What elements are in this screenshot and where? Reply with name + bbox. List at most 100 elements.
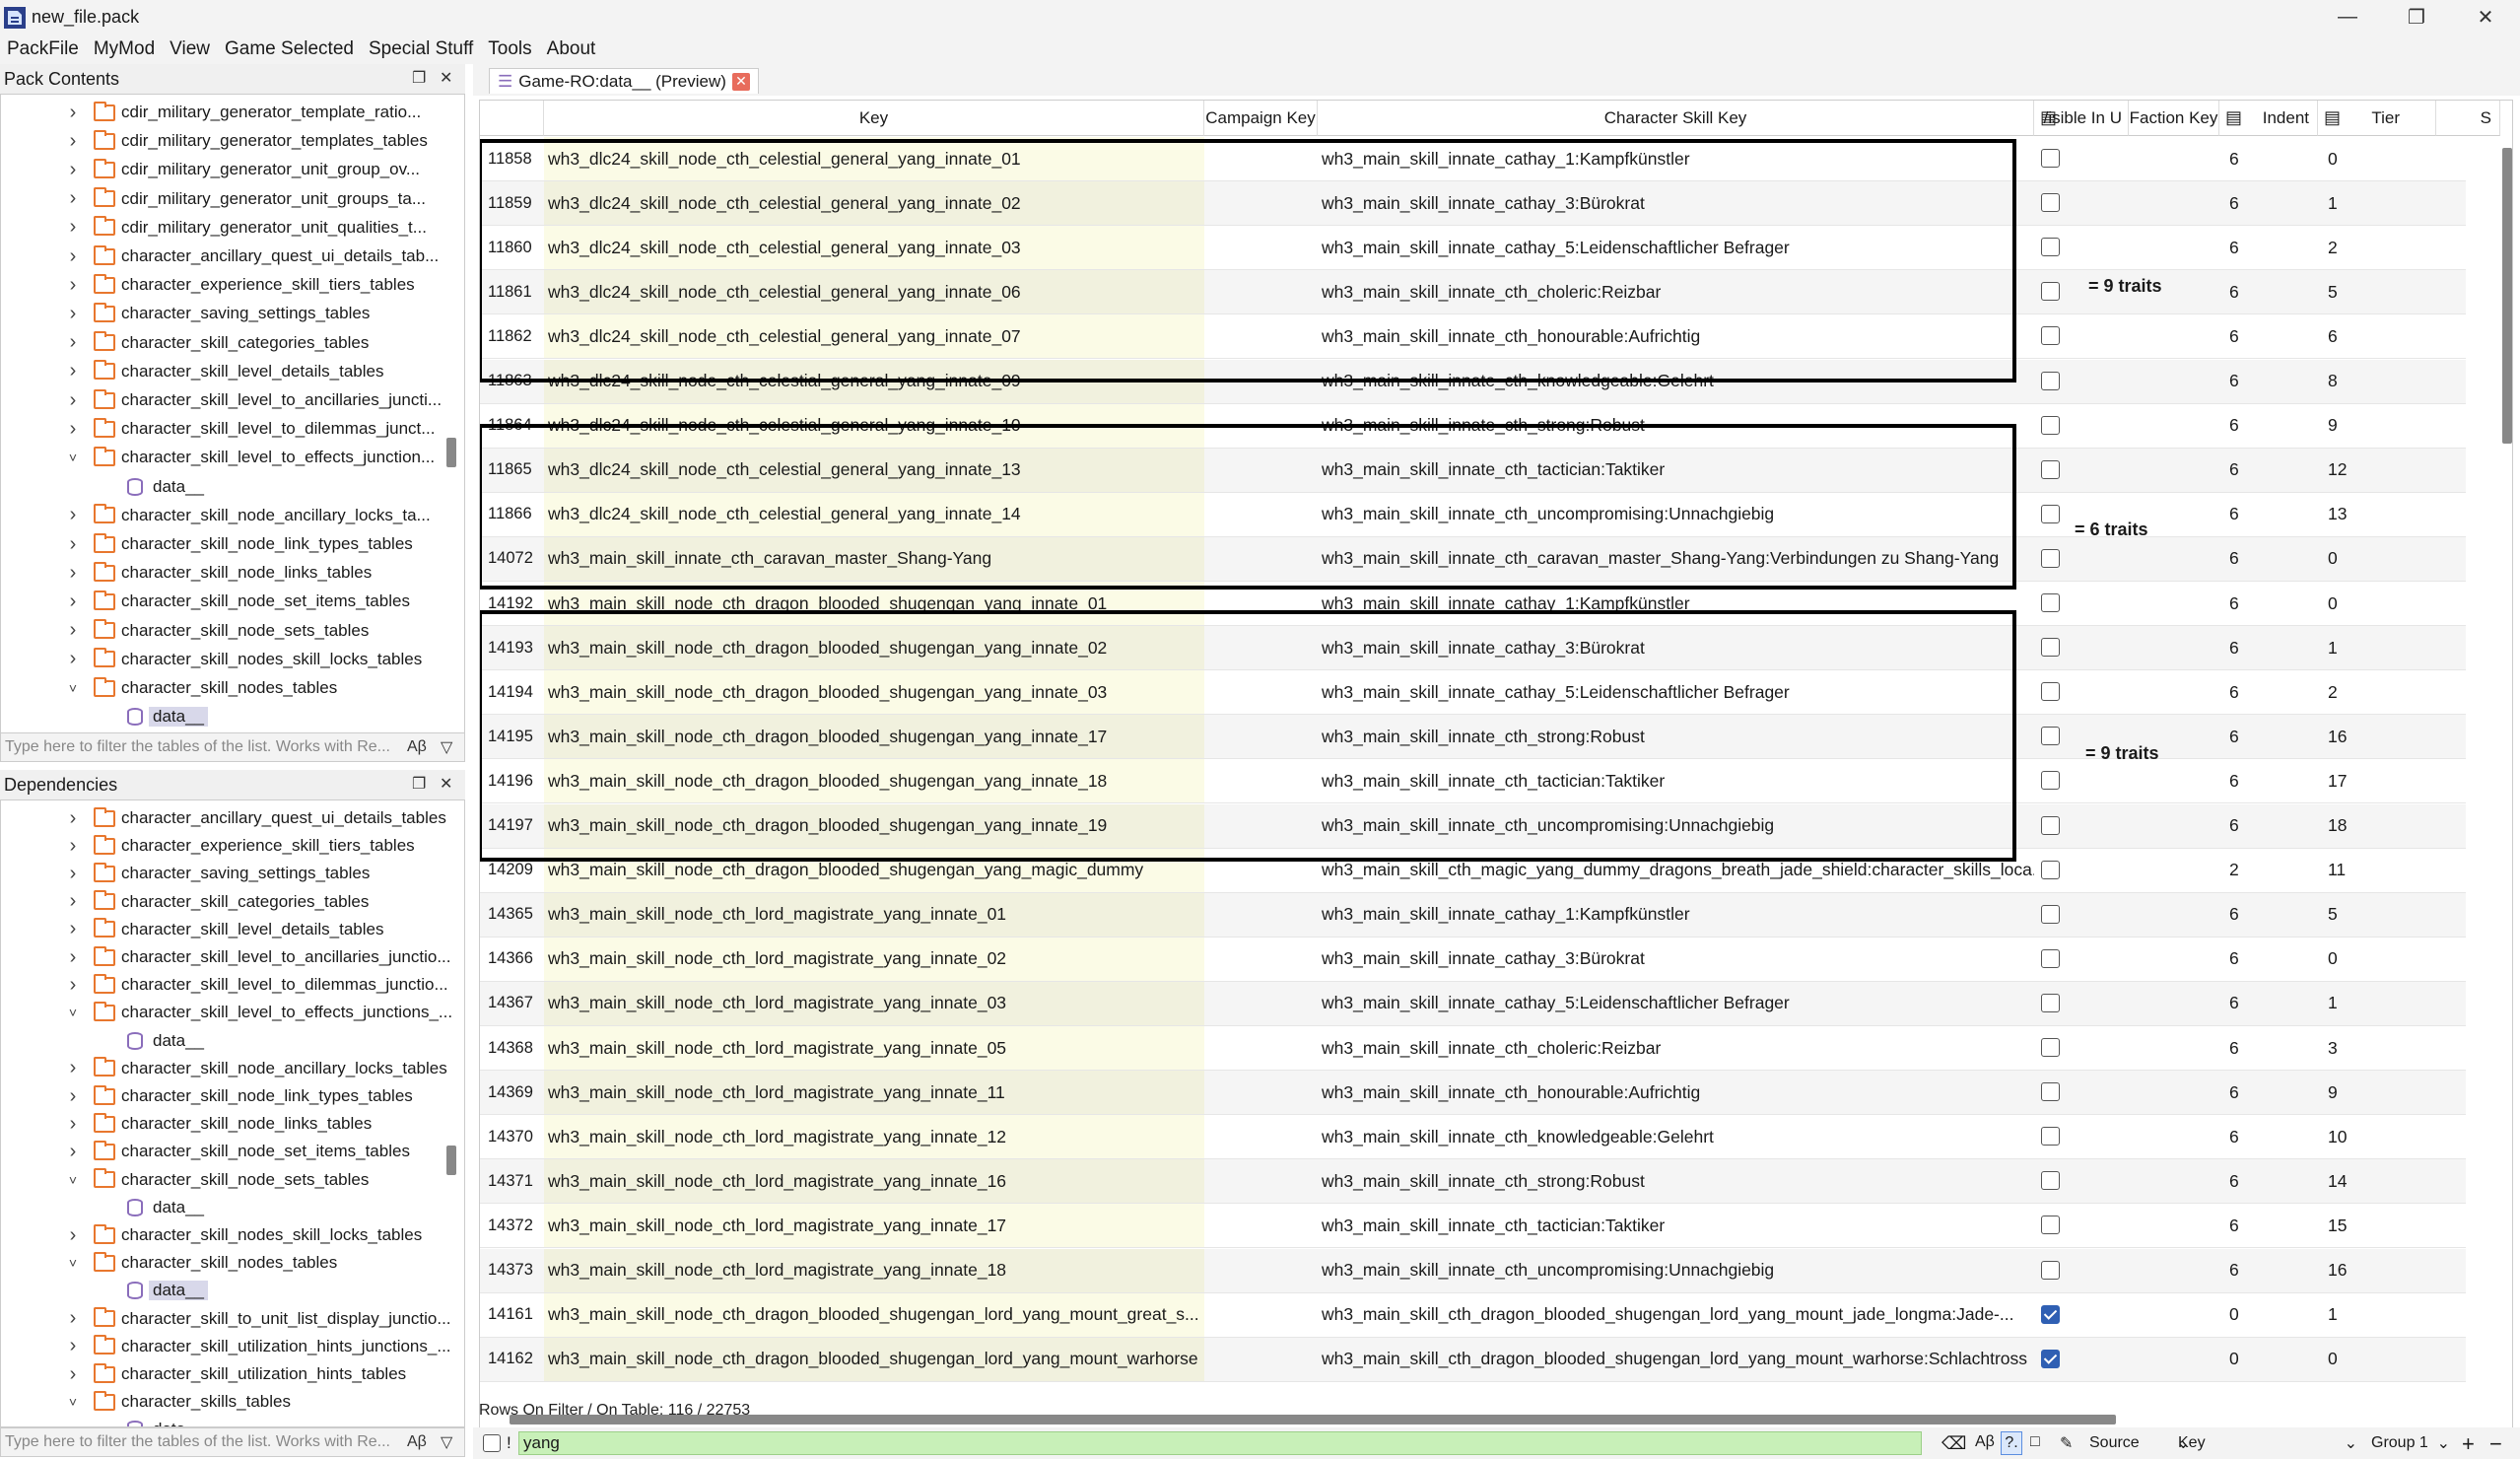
empty-filter-icon[interactable]: □ [2030,1433,2040,1451]
row-number[interactable]: 11864 [480,404,544,449]
tab-data-preview[interactable]: ☰ Game-RO:data__ (Preview) ✕ [489,68,759,94]
chevron-right-icon[interactable]: › [66,1085,80,1108]
cell-key[interactable]: wh3_main_skill_node_cth_lord_magistrate_… [544,1071,1204,1116]
tree-folder-item[interactable]: › character_skill_nodes_skill_locks_table… [1,646,444,673]
cell-campaign-key[interactable] [1204,582,1318,626]
chevron-down-icon[interactable]: ˅ [66,450,80,465]
cell-visible-in-ui[interactable] [2034,759,2219,804]
tree-folder-item[interactable]: › cdir_military_generator_unit_groups_ta.… [1,185,444,213]
cell-key[interactable]: wh3_dlc24_skill_node_cth_celestial_gener… [544,492,1204,537]
menu-tools[interactable]: Tools [481,38,539,60]
visible-in-ui-checkbox[interactable] [2041,1304,2060,1324]
cell-visible-in-ui[interactable] [2034,536,2219,582]
tree-folder-item[interactable]: ˅ character_skill_level_to_effects_juncti… [1,444,444,471]
menu-about[interactable]: About [540,38,604,60]
tree-scrollbar[interactable] [446,1146,456,1175]
cell-tier[interactable]: 5 [2318,892,2466,938]
visible-in-ui-checkbox[interactable] [2041,1260,2060,1280]
filter-input[interactable]: yang [518,1431,1922,1455]
chevron-right-icon[interactable]: › [66,187,80,210]
table-row[interactable]: 14197 wh3_main_skill_node_cth_dragon_bloo… [480,803,2500,849]
cell-character-skill-key[interactable]: wh3_main_skill_innate_cth_honourable:Auf… [1318,314,2034,360]
filter-icon[interactable]: ▽ [441,1432,452,1452]
cell-indent[interactable]: 6 [2219,448,2318,493]
table-row[interactable]: 14161 wh3_main_skill_node_cth_dragon_bloo… [480,1292,2500,1338]
tree-folder-item[interactable]: ˅ character_skill_nodes_tables [1,1249,444,1277]
cell-tier[interactable]: 2 [2318,670,2466,716]
table-row[interactable]: 11862 wh3_dlc24_skill_node_cth_celestial_… [480,314,2500,360]
cell-key[interactable]: wh3_main_skill_node_cth_dragon_blooded_s… [544,848,1204,893]
visible-in-ui-checkbox[interactable] [2041,149,2060,168]
cell-indent[interactable]: 0 [2219,1293,2318,1338]
table-row[interactable]: 14209 wh3_main_skill_node_cth_dragon_bloo… [480,848,2500,893]
cell-character-skill-key[interactable]: wh3_main_skill_innate_cathay_3:Bürokrat [1318,181,2034,227]
row-number[interactable]: 14195 [480,715,544,760]
cell-key[interactable]: wh3_main_skill_node_cth_lord_magistrate_… [544,1026,1204,1071]
cell-campaign-key[interactable] [1204,226,1318,271]
tree-folder-item[interactable]: › character_skill_level_to_ancillaries_ju… [1,386,444,414]
close-panel-icon[interactable]: ✕ [440,774,452,794]
cell-character-skill-key[interactable]: wh3_main_skill_innate_cth_uncompromising… [1318,1248,2034,1293]
cell-visible-in-ui[interactable] [2034,314,2219,360]
chevron-right-icon[interactable]: › [66,418,80,441]
tree-folder-item[interactable]: › character_skill_utilization_hints_junct… [1,1333,451,1360]
cell-indent[interactable]: 6 [2219,314,2318,360]
chevron-down-icon[interactable]: ˅ [66,1394,80,1410]
float-icon[interactable]: ❐ [412,774,426,794]
cell-character-skill-key[interactable]: wh3_main_skill_cth_magic_yang_dummy_drag… [1318,849,2034,893]
tree-folder-item[interactable]: › cdir_military_generator_unit_qualities_… [1,214,444,242]
cell-campaign-key[interactable] [1204,181,1318,227]
cell-indent[interactable]: 6 [2219,359,2318,404]
chevron-right-icon[interactable]: › [66,274,80,297]
cell-indent[interactable]: 6 [2219,759,2318,804]
cell-indent[interactable]: 6 [2219,404,2318,449]
cell-key[interactable]: wh3_dlc24_skill_node_cth_celestial_gener… [544,226,1204,271]
table-row[interactable]: 11864 wh3_dlc24_skill_node_cth_celestial_… [480,403,2500,449]
tree-folder-item[interactable]: › character_skill_node_links_tables [1,559,444,587]
cell-tier[interactable]: 2 [2318,226,2466,271]
tree-folder-item[interactable]: ˅ character_skill_nodes_tables [1,674,444,702]
table-row[interactable]: 14373 wh3_main_skill_node_cth_lord_magist… [480,1248,2500,1293]
chevron-right-icon[interactable]: › [66,918,80,940]
cell-tier[interactable]: 18 [2318,803,2466,849]
cell-key[interactable]: wh3_main_skill_innate_cth_caravan_master… [544,536,1204,582]
tree-folder-item[interactable]: › character_experience_skill_tiers_tables [1,832,444,860]
close-window-button[interactable]: ✕ [2451,0,2520,35]
chevron-right-icon[interactable]: › [66,1363,80,1386]
dependencies-tree[interactable]: › character_ancillary_quest_ui_details_ta… [0,799,465,1427]
tree-folder-item[interactable]: › character_skill_node_link_types_tables [1,1082,444,1110]
cell-campaign-key[interactable] [1204,1337,1318,1382]
column-select[interactable]: Key ⌄ [2170,1433,2365,1453]
tree-folder-item[interactable]: › character_skill_categories_tables [1,888,444,916]
cell-visible-in-ui[interactable] [2034,404,2219,449]
cell-key[interactable]: wh3_main_skill_node_cth_lord_magistrate_… [544,1115,1204,1160]
row-number[interactable]: 11863 [480,359,544,404]
cell-visible-in-ui[interactable] [2034,448,2219,493]
float-icon[interactable]: ❐ [412,68,426,88]
tree-folder-item[interactable]: › character_skill_level_to_dilemmas_junct… [1,415,444,443]
cell-campaign-key[interactable] [1204,1115,1318,1160]
tree-leaf-item[interactable]: data__ [1,473,444,501]
row-number[interactable]: 14194 [480,670,544,716]
chevron-right-icon[interactable]: › [66,863,80,885]
column-header-s[interactable]: S [2436,101,2500,136]
cell-visible-in-ui[interactable] [2034,892,2219,938]
table-row[interactable]: 14193 wh3_main_skill_node_cth_dragon_bloo… [480,626,2500,671]
add-filter-icon[interactable]: + [2462,1431,2475,1457]
row-number[interactable]: 14368 [480,1026,544,1071]
cell-visible-in-ui[interactable] [2034,803,2219,849]
cell-campaign-key[interactable] [1204,493,1318,537]
cell-campaign-key[interactable] [1204,715,1318,760]
cell-indent[interactable]: 6 [2219,981,2318,1026]
visible-in-ui-checkbox[interactable] [2041,504,2060,523]
cell-tier[interactable]: 0 [2318,938,2466,982]
tree-folder-item[interactable]: › character_skill_level_details_tables [1,358,444,385]
chevron-right-icon[interactable]: › [66,1141,80,1163]
cell-character-skill-key[interactable]: wh3_main_skill_innate_cathay_1:Kampfküns… [1318,892,2034,938]
tree-folder-item[interactable]: › character_experience_skill_tiers_tables [1,271,444,299]
visible-in-ui-checkbox[interactable] [2041,1171,2060,1191]
visible-in-ui-checkbox[interactable] [2041,371,2060,390]
cell-indent[interactable]: 6 [2219,892,2318,938]
cell-indent[interactable]: 0 [2219,1337,2318,1382]
visible-in-ui-checkbox[interactable] [2041,993,2060,1012]
